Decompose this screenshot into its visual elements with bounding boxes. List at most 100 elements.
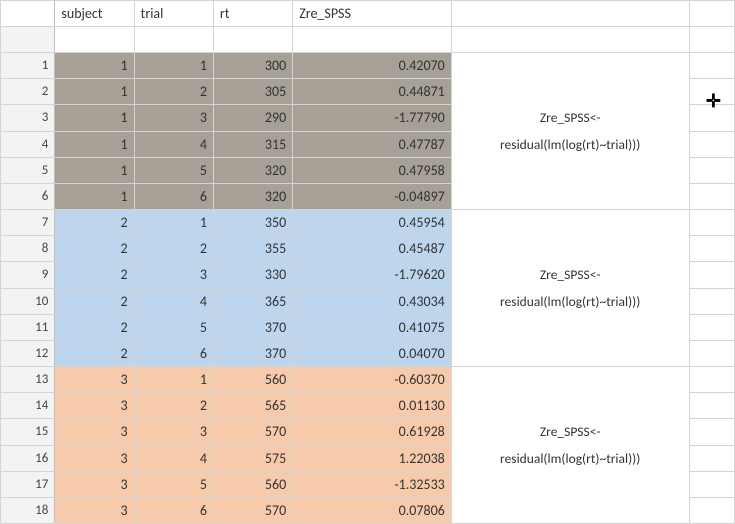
- col-header-trial[interactable]: trial: [134, 1, 213, 27]
- cell-rt[interactable]: 560: [213, 472, 292, 498]
- cell-trial[interactable]: 6: [134, 341, 213, 367]
- cell-extra[interactable]: [689, 419, 734, 446]
- cell-rt[interactable]: 570: [213, 419, 292, 446]
- cell-trial[interactable]: 4: [134, 288, 213, 315]
- cell-trial[interactable]: 2: [134, 79, 213, 105]
- row-header[interactable]: 14: [1, 393, 55, 419]
- cell-extra[interactable]: [689, 445, 734, 472]
- cell-rt[interactable]: 560: [213, 367, 292, 393]
- formula-cell-continued[interactable]: [451, 184, 689, 210]
- cell-subject[interactable]: 3: [55, 472, 134, 498]
- formula-cell-continued[interactable]: Zre_SPSS<-: [451, 262, 689, 289]
- cell-subject[interactable]: 1: [55, 53, 134, 79]
- cell-zre[interactable]: 0.61928: [293, 419, 452, 446]
- cell-subject[interactable]: 2: [55, 341, 134, 367]
- cell-trial[interactable]: 3: [134, 419, 213, 446]
- cell-extra[interactable]: [689, 315, 734, 341]
- cell-zre[interactable]: 0.43034: [293, 288, 452, 315]
- formula-cell-continued[interactable]: [451, 158, 689, 184]
- row-header[interactable]: 5: [1, 158, 55, 184]
- cell-blank[interactable]: [689, 27, 734, 53]
- row-header[interactable]: 17: [1, 472, 55, 498]
- formula-cell[interactable]: [451, 210, 689, 236]
- formula-cell-continued[interactable]: [451, 315, 689, 341]
- formula-cell-continued[interactable]: [451, 472, 689, 498]
- cell-zre[interactable]: -0.60370: [293, 367, 452, 393]
- formula-cell-continued[interactable]: residual(lm(log(rt)~trial))): [451, 288, 689, 315]
- cell-subject[interactable]: 3: [55, 367, 134, 393]
- formula-cell-continued[interactable]: Zre_SPSS<-: [451, 419, 689, 446]
- cell-extra[interactable]: [689, 393, 734, 419]
- cell-extra[interactable]: [689, 210, 734, 236]
- row-header[interactable]: 16: [1, 445, 55, 472]
- cell-zre[interactable]: -1.77790: [293, 105, 452, 132]
- cell-extra[interactable]: [689, 53, 734, 79]
- formula-cell-continued[interactable]: [451, 393, 689, 419]
- cell-extra[interactable]: [689, 367, 734, 393]
- cell-zre[interactable]: 0.07806: [293, 498, 452, 524]
- cell-rt[interactable]: 365: [213, 288, 292, 315]
- cell-extra[interactable]: [689, 262, 734, 289]
- cell-subject[interactable]: 1: [55, 79, 134, 105]
- row-header[interactable]: 4: [1, 131, 55, 158]
- col-header-extra[interactable]: [689, 1, 734, 27]
- cell-zre[interactable]: 1.22038: [293, 445, 452, 472]
- cell-trial[interactable]: 6: [134, 184, 213, 210]
- cell-rt[interactable]: 305: [213, 79, 292, 105]
- formula-cell[interactable]: [451, 367, 689, 393]
- cell-zre[interactable]: 0.45487: [293, 236, 452, 262]
- row-header[interactable]: 13: [1, 367, 55, 393]
- cell-subject[interactable]: 1: [55, 184, 134, 210]
- cell-subject[interactable]: 3: [55, 419, 134, 446]
- cell-zre[interactable]: -1.79620: [293, 262, 452, 289]
- row-header[interactable]: 15: [1, 419, 55, 446]
- cell-subject[interactable]: 3: [55, 445, 134, 472]
- cell-extra[interactable]: [689, 472, 734, 498]
- cell-trial[interactable]: 6: [134, 498, 213, 524]
- col-header-formula[interactable]: [451, 1, 689, 27]
- col-header-zre[interactable]: Zre_SPSS: [293, 1, 452, 27]
- cell-rt[interactable]: 570: [213, 498, 292, 524]
- cell-zre[interactable]: -0.04897: [293, 184, 452, 210]
- cell-trial[interactable]: 3: [134, 262, 213, 289]
- cell-rt[interactable]: 320: [213, 184, 292, 210]
- cell-subject[interactable]: 1: [55, 131, 134, 158]
- cell-zre[interactable]: 0.41075: [293, 315, 452, 341]
- cell-trial[interactable]: 5: [134, 472, 213, 498]
- cell-trial[interactable]: 3: [134, 105, 213, 132]
- cell-rt[interactable]: 370: [213, 315, 292, 341]
- row-header[interactable]: 3: [1, 105, 55, 132]
- cell-rt[interactable]: 300: [213, 53, 292, 79]
- formula-cell-continued[interactable]: [451, 498, 689, 524]
- cell-subject[interactable]: 2: [55, 315, 134, 341]
- formula-cell[interactable]: [451, 53, 689, 79]
- formula-cell-continued[interactable]: residual(lm(log(rt)~trial))): [451, 445, 689, 472]
- cell-trial[interactable]: 4: [134, 445, 213, 472]
- cell-zre[interactable]: 0.42070: [293, 53, 452, 79]
- cell-zre[interactable]: -1.32533: [293, 472, 452, 498]
- col-header-rt[interactable]: rt: [213, 1, 292, 27]
- cell-subject[interactable]: 2: [55, 262, 134, 289]
- row-header[interactable]: 8: [1, 236, 55, 262]
- col-header-subject[interactable]: subject: [55, 1, 134, 27]
- cell-zre[interactable]: 0.47958: [293, 158, 452, 184]
- cell-extra[interactable]: [689, 131, 734, 158]
- cell-blank[interactable]: [293, 27, 452, 53]
- formula-cell-continued[interactable]: [451, 341, 689, 367]
- cell-trial[interactable]: 5: [134, 315, 213, 341]
- cell-rt[interactable]: 330: [213, 262, 292, 289]
- cell-subject[interactable]: 2: [55, 210, 134, 236]
- cell-subject[interactable]: 3: [55, 498, 134, 524]
- cell-rt[interactable]: 575: [213, 445, 292, 472]
- spreadsheet-grid[interactable]: subject trial rt Zre_SPSS 1113000.420702…: [0, 0, 735, 524]
- cell-subject[interactable]: 1: [55, 158, 134, 184]
- cell-trial[interactable]: 4: [134, 131, 213, 158]
- row-header[interactable]: 9: [1, 262, 55, 289]
- cell-trial[interactable]: 1: [134, 367, 213, 393]
- cell-rt[interactable]: 565: [213, 393, 292, 419]
- cell-extra[interactable]: [689, 158, 734, 184]
- cell-zre[interactable]: 0.04070: [293, 341, 452, 367]
- cell-subject[interactable]: 1: [55, 105, 134, 132]
- row-header[interactable]: 11: [1, 315, 55, 341]
- cell-extra[interactable]: [689, 236, 734, 262]
